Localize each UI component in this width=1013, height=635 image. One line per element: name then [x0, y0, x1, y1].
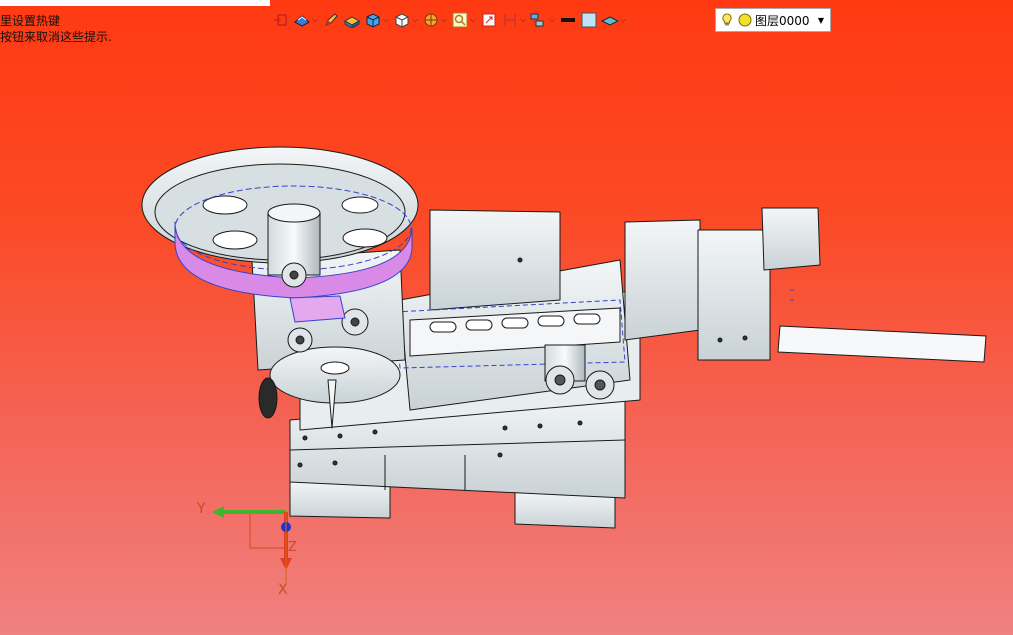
3d-viewport[interactable]: 里设置热键 按钮来取消这些提示. ⌵ ⌵ ⌵ ⌵ ⌵ ⌵ ⌵ ⌵ 图层0000 … [0, 0, 1013, 635]
top-housing-right [624, 219, 701, 341]
mechanical-assembly-model[interactable] [0, 0, 1013, 635]
end-bracket [761, 207, 821, 271]
base-foot-right [514, 491, 616, 529]
rear-block [697, 229, 771, 361]
axis-triad [212, 506, 292, 585]
z-axis-label: Z [288, 540, 297, 555]
x-axis-label: X [278, 582, 288, 598]
feed-strip [777, 325, 987, 363]
y-axis-label: Y [197, 501, 206, 517]
top-housing-left [429, 209, 561, 311]
